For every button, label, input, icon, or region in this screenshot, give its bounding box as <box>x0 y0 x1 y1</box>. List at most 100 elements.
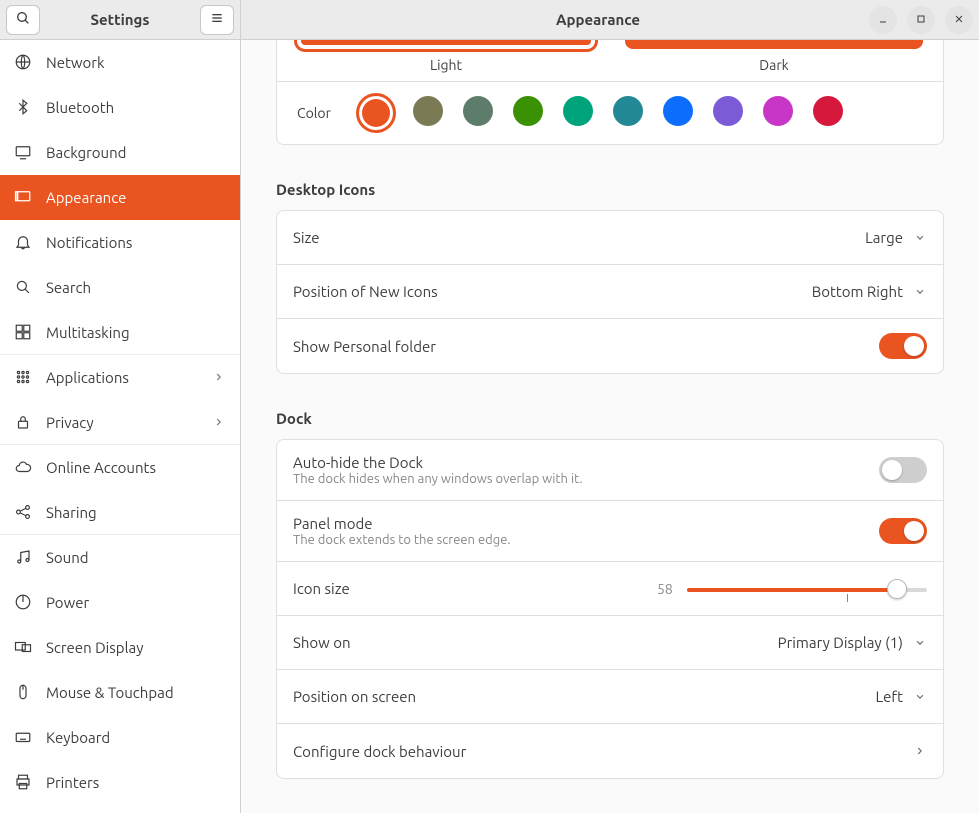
chevron-down-icon <box>913 636 927 650</box>
sidebar-item-label: Bluetooth <box>46 99 226 116</box>
sidebar-title: Settings <box>40 11 200 28</box>
search-button[interactable] <box>6 5 40 35</box>
sidebar-item-label: Power <box>46 594 226 611</box>
chevron-right-icon <box>212 370 226 384</box>
theme-light[interactable]: Light <box>297 40 595 73</box>
color-swatch[interactable] <box>613 96 643 126</box>
desktop-icons-title: Desktop Icons <box>276 181 944 198</box>
sidebar-item-multitasking[interactable]: Multitasking <box>0 310 240 355</box>
sidebar-item-label: Notifications <box>46 234 226 251</box>
personal-folder-toggle[interactable] <box>879 333 927 359</box>
bluetooth-icon <box>14 98 32 116</box>
chevron-down-icon <box>913 285 927 299</box>
content-header: Appearance <box>241 0 979 40</box>
chevron-down-icon <box>913 690 927 704</box>
sidebar-item-background[interactable]: Background <box>0 130 240 175</box>
icon-size-label: Icon size <box>293 580 657 597</box>
search-icon <box>14 278 32 296</box>
show-personal-folder-row: Show Personal folder <box>277 319 943 373</box>
sidebar-item-label: Sound <box>46 549 226 566</box>
sidebar-item-label: Printers <box>46 774 226 791</box>
cloud-icon <box>14 458 32 476</box>
autohide-toggle[interactable] <box>879 457 927 483</box>
sidebar-item-keyboard[interactable]: Keyboard <box>0 715 240 760</box>
icon-size-slider[interactable] <box>687 579 927 599</box>
display-icon <box>14 143 32 161</box>
color-label: Color <box>297 105 345 121</box>
sidebar-item-online-accounts[interactable]: Online Accounts <box>0 445 240 490</box>
power-icon <box>14 593 32 611</box>
position-value: Bottom Right <box>812 283 903 300</box>
sidebar-item-bluetooth[interactable]: Bluetooth <box>0 85 240 130</box>
sidebar-item-screen-display[interactable]: Screen Display <box>0 625 240 670</box>
multitask-icon <box>14 323 32 341</box>
color-swatch[interactable] <box>663 96 693 126</box>
sidebar-list: Network Bluetooth Background Appearance Noti… <box>0 40 240 813</box>
chevron-down-icon <box>913 231 927 245</box>
panel-sub: The dock extends to the screen edge. <box>293 533 879 547</box>
color-swatch[interactable] <box>563 96 593 126</box>
mouse-icon <box>14 683 32 701</box>
theme-dark[interactable]: Dark <box>625 40 923 73</box>
position-label: Position of New Icons <box>293 283 812 300</box>
autohide-row: Auto-hide the Dock The dock hides when a… <box>277 440 943 501</box>
configure-dock-label: Configure dock behaviour <box>293 743 913 760</box>
theme-dark-label: Dark <box>625 57 923 73</box>
panel-toggle[interactable] <box>879 518 927 544</box>
configure-dock-row[interactable]: Configure dock behaviour <box>277 724 943 778</box>
color-swatch[interactable] <box>463 96 493 126</box>
size-value: Large <box>865 229 903 246</box>
sidebar-item-sound[interactable]: Sound <box>0 535 240 580</box>
keyboard-icon <box>14 728 32 746</box>
sidebar-item-appearance[interactable]: Appearance <box>0 175 240 220</box>
theme-dark-preview <box>625 40 923 49</box>
show-on-label: Show on <box>293 634 778 651</box>
sidebar-item-privacy[interactable]: Privacy <box>0 400 240 445</box>
color-swatch[interactable] <box>413 96 443 126</box>
color-swatch[interactable] <box>763 96 793 126</box>
accent-color-row: Color <box>277 81 943 144</box>
new-icons-position-row[interactable]: Position of New Icons Bottom Right <box>277 265 943 319</box>
sidebar-item-label: Network <box>46 54 226 71</box>
panel-label: Panel mode <box>293 515 879 532</box>
sidebar-item-power[interactable]: Power <box>0 580 240 625</box>
sidebar-item-notifications[interactable]: Notifications <box>0 220 240 265</box>
sidebar-item-label: Keyboard <box>46 729 226 746</box>
size-label: Size <box>293 229 865 246</box>
close-button[interactable] <box>945 6 973 34</box>
sidebar-item-mouse-touchpad[interactable]: Mouse & Touchpad <box>0 670 240 715</box>
screens-icon <box>14 638 32 656</box>
color-swatch[interactable] <box>513 96 543 126</box>
color-swatch[interactable] <box>713 96 743 126</box>
search-icon <box>15 10 31 29</box>
lock-icon <box>14 413 32 431</box>
sidebar-item-sharing[interactable]: Sharing <box>0 490 240 535</box>
show-on-row[interactable]: Show on Primary Display (1) <box>277 616 943 670</box>
music-icon <box>14 548 32 566</box>
menu-button[interactable] <box>200 5 234 35</box>
show-on-value: Primary Display (1) <box>778 634 903 651</box>
minimize-button[interactable] <box>869 6 897 34</box>
color-swatch[interactable] <box>813 96 843 126</box>
dock-box: Auto-hide the Dock The dock hides when a… <box>276 439 944 779</box>
sidebar-item-applications[interactable]: Applications <box>0 355 240 400</box>
position-screen-row[interactable]: Position on screen Left <box>277 670 943 724</box>
sidebar-item-label: Applications <box>46 369 198 386</box>
personal-folder-label: Show Personal folder <box>293 338 879 355</box>
sidebar-item-search[interactable]: Search <box>0 265 240 310</box>
sidebar-item-label: Privacy <box>46 414 198 431</box>
bell-icon <box>14 233 32 251</box>
content-body: Light Dark Color Desktop Icons Size L <box>241 40 979 813</box>
sidebar-item-label: Appearance <box>46 189 226 206</box>
sidebar: Settings Network Bluetooth Background Appea… <box>0 0 241 813</box>
desktop-icon-size-row[interactable]: Size Large <box>277 211 943 265</box>
maximize-button[interactable] <box>907 6 935 34</box>
position-screen-value: Left <box>875 688 903 705</box>
page-title: Appearance <box>337 11 859 28</box>
color-swatch[interactable] <box>359 96 393 130</box>
sidebar-item-printers[interactable]: Printers <box>0 760 240 805</box>
sidebar-header: Settings <box>0 0 240 40</box>
sidebar-item-network[interactable]: Network <box>0 40 240 85</box>
sidebar-item-label: Online Accounts <box>46 459 226 476</box>
sidebar-item-label: Screen Display <box>46 639 226 656</box>
